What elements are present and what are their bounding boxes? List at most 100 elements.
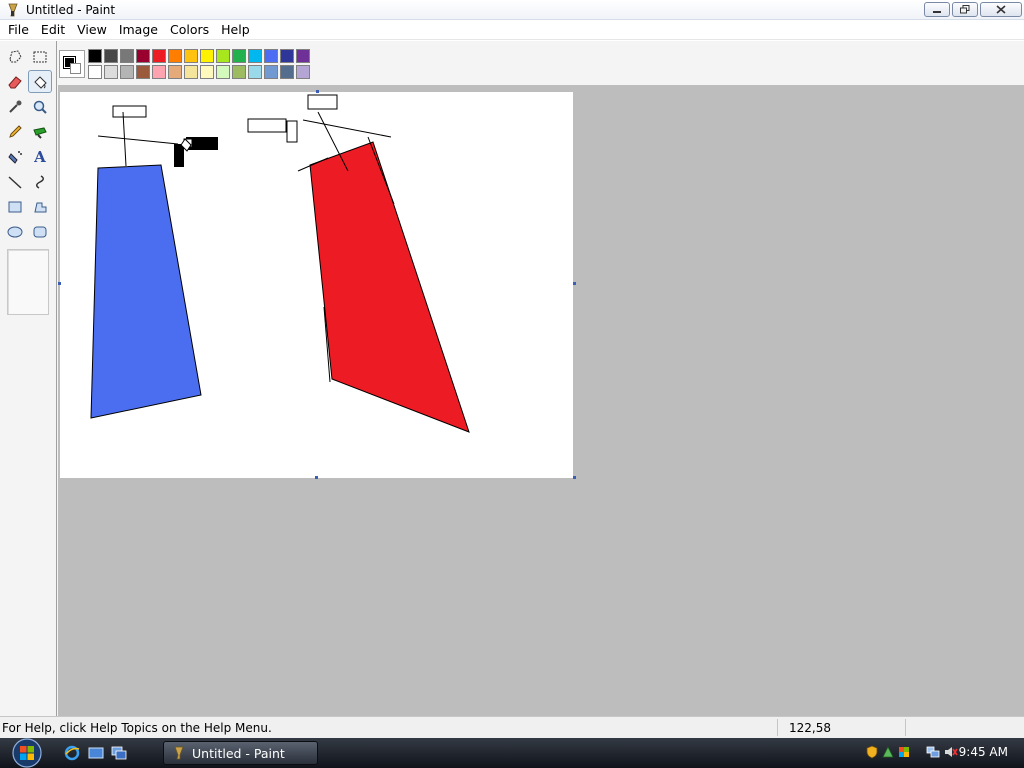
color-swatch[interactable] bbox=[280, 65, 294, 79]
minimize-button[interactable] bbox=[924, 2, 950, 17]
menu-view[interactable]: View bbox=[71, 20, 113, 40]
color-swatch[interactable] bbox=[200, 49, 214, 63]
color-swatch[interactable] bbox=[232, 65, 246, 79]
close-icon bbox=[996, 5, 1006, 14]
canvas-resize-handle-corner[interactable] bbox=[573, 476, 576, 479]
current-colors[interactable] bbox=[59, 50, 85, 78]
canvas-resize-handle-bottom[interactable] bbox=[315, 476, 318, 479]
color-swatch[interactable] bbox=[152, 49, 166, 63]
color-swatch[interactable] bbox=[136, 65, 150, 79]
text-tool[interactable]: A bbox=[28, 145, 52, 168]
color-swatch[interactable] bbox=[88, 65, 102, 79]
menu-edit[interactable]: Edit bbox=[35, 20, 71, 40]
color-swatch[interactable] bbox=[200, 65, 214, 79]
color-swatch[interactable] bbox=[120, 65, 134, 79]
background-color bbox=[70, 63, 81, 74]
color-swatch[interactable] bbox=[296, 65, 310, 79]
volume-muted-icon[interactable] bbox=[944, 745, 958, 759]
rectangle-select-icon bbox=[33, 51, 47, 62]
status-bar: For Help, click Help Topics on the Help … bbox=[0, 716, 1024, 738]
canvas-resize-handle-right[interactable] bbox=[573, 282, 576, 285]
free-form-select-tool[interactable] bbox=[3, 45, 27, 68]
select-tool[interactable] bbox=[28, 45, 52, 68]
pick-color-tool[interactable] bbox=[3, 95, 27, 118]
curve-tool[interactable] bbox=[28, 170, 52, 193]
start-button[interactable] bbox=[7, 738, 47, 768]
color-swatch[interactable] bbox=[264, 65, 278, 79]
fill-tool[interactable] bbox=[28, 70, 52, 93]
switch-windows-icon[interactable] bbox=[111, 745, 127, 761]
taskbar-paint-button[interactable]: Untitled - Paint bbox=[163, 741, 318, 765]
menu-bar: File Edit View Image Colors Help bbox=[0, 20, 1024, 40]
menu-file[interactable]: File bbox=[2, 20, 35, 40]
red-quadrilateral bbox=[309, 141, 470, 433]
drawing-canvas[interactable] bbox=[60, 92, 573, 478]
rounded-rectangle-tool[interactable] bbox=[28, 220, 52, 243]
airbrush-icon bbox=[8, 150, 22, 164]
color-swatch[interactable] bbox=[104, 49, 118, 63]
close-button[interactable] bbox=[980, 2, 1022, 17]
color-swatch[interactable] bbox=[232, 49, 246, 63]
color-swatch[interactable] bbox=[184, 65, 198, 79]
eraser-icon bbox=[8, 75, 22, 88]
system-tray: 9:45 AM bbox=[856, 738, 1024, 768]
line-stroke bbox=[97, 135, 179, 145]
eyedropper-icon bbox=[9, 100, 22, 113]
tool-box: A bbox=[0, 41, 57, 716]
title-bar: Untitled - Paint bbox=[0, 0, 1024, 20]
status-help-text: For Help, click Help Topics on the Help … bbox=[2, 721, 272, 735]
paint-app-icon bbox=[174, 746, 184, 760]
color-swatch[interactable] bbox=[168, 49, 182, 63]
blue-quadrilateral bbox=[90, 164, 202, 419]
eraser-tool[interactable] bbox=[3, 70, 27, 93]
line-icon bbox=[8, 175, 22, 189]
menu-help[interactable]: Help bbox=[215, 20, 256, 40]
internet-explorer-icon[interactable] bbox=[64, 745, 80, 761]
pencil-tool[interactable] bbox=[3, 120, 27, 143]
small-rectangle bbox=[307, 94, 338, 110]
color-swatch[interactable] bbox=[136, 49, 150, 63]
rectangle-tool[interactable] bbox=[3, 195, 27, 218]
canvas-workspace bbox=[58, 85, 1024, 716]
color-swatch[interactable] bbox=[216, 49, 230, 63]
taskbar: Untitled - Paint 9:45 AM bbox=[0, 738, 1024, 768]
magnifier-icon bbox=[33, 100, 47, 114]
color-swatch[interactable] bbox=[152, 65, 166, 79]
color-swatch[interactable] bbox=[184, 49, 198, 63]
windows-update-icon[interactable] bbox=[897, 745, 911, 759]
text-tool-icon: A bbox=[34, 147, 46, 166]
restore-button[interactable] bbox=[952, 2, 978, 17]
canvas-handle-top bbox=[316, 90, 319, 93]
color-swatch[interactable] bbox=[216, 65, 230, 79]
color-swatch[interactable] bbox=[88, 49, 102, 63]
menu-colors[interactable]: Colors bbox=[164, 20, 215, 40]
show-desktop-icon[interactable] bbox=[88, 745, 104, 761]
line-tool[interactable] bbox=[3, 170, 27, 193]
polygon-icon bbox=[34, 202, 47, 212]
security-shield-icon[interactable] bbox=[865, 745, 879, 759]
color-swatch[interactable] bbox=[248, 49, 262, 63]
brush-icon bbox=[33, 126, 47, 139]
color-swatch[interactable] bbox=[120, 49, 134, 63]
taskbar-clock: 9:45 AM bbox=[958, 745, 1008, 759]
color-swatch[interactable] bbox=[168, 65, 182, 79]
menu-image[interactable]: Image bbox=[113, 20, 164, 40]
color-palette bbox=[57, 41, 1024, 85]
color-swatch[interactable] bbox=[264, 49, 278, 63]
network-icon[interactable] bbox=[926, 745, 940, 759]
small-rectangle bbox=[112, 105, 147, 118]
magnifier-tool[interactable] bbox=[28, 95, 52, 118]
color-swatch[interactable] bbox=[104, 65, 118, 79]
airbrush-tool[interactable] bbox=[3, 145, 27, 168]
tool-options-panel[interactable] bbox=[7, 249, 49, 315]
cursor-coordinates: 122,58 bbox=[789, 721, 831, 735]
color-swatch[interactable] bbox=[280, 49, 294, 63]
restore-icon bbox=[960, 5, 970, 14]
polygon-tool[interactable] bbox=[28, 195, 52, 218]
color-swatch[interactable] bbox=[296, 49, 310, 63]
safely-remove-icon[interactable] bbox=[881, 745, 895, 759]
ellipse-tool[interactable] bbox=[3, 220, 27, 243]
small-rectangle bbox=[247, 118, 287, 133]
color-swatch[interactable] bbox=[248, 65, 262, 79]
brush-tool[interactable] bbox=[28, 120, 52, 143]
